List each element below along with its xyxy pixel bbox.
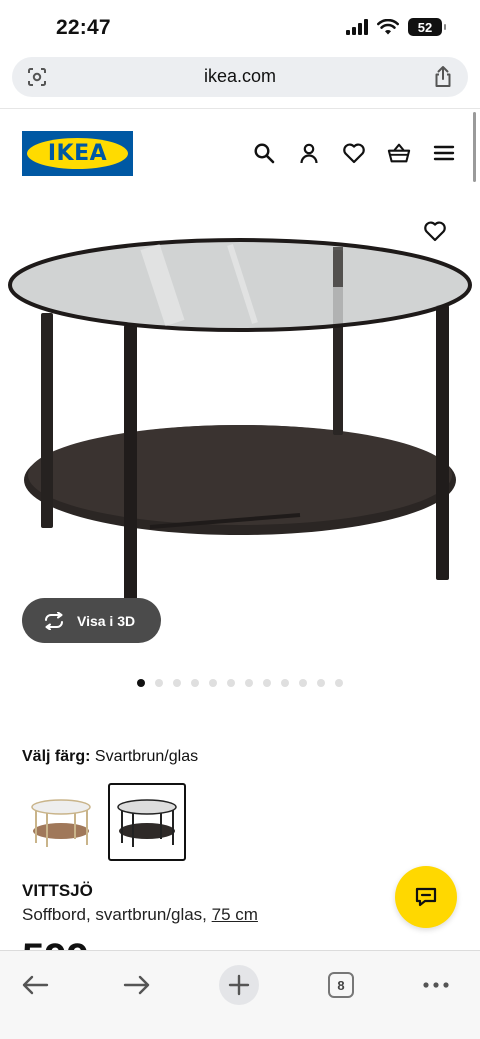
color-selector-label: Välj färg: Svartbrun/glas	[22, 748, 198, 766]
walnut-table-thumbnail	[31, 799, 91, 847]
account-button[interactable]	[297, 141, 321, 165]
status-bar: 22:47 52	[0, 0, 480, 56]
more-options-button[interactable]	[416, 965, 456, 1005]
ikea-logo[interactable]: IKEA	[22, 131, 133, 176]
product-description: Soffbord, svartbrun/glas, 75 cm	[22, 905, 258, 925]
carousel-dot[interactable]	[263, 679, 271, 687]
view-in-3d-button[interactable]: Visa i 3D	[22, 598, 161, 643]
carousel-dot[interactable]	[209, 679, 217, 687]
browser-toolbar: 8	[0, 950, 480, 1039]
chat-icon	[415, 887, 437, 907]
carousel-dot[interactable]	[191, 679, 199, 687]
carousel-dot[interactable]	[227, 679, 235, 687]
carousel-dot[interactable]	[173, 679, 181, 687]
arrow-left-icon	[22, 975, 49, 995]
tab-count: 8	[337, 977, 345, 993]
wifi-icon	[377, 19, 399, 35]
product-name: VITTSJÖ	[22, 881, 93, 900]
rotate-3d-icon	[45, 611, 63, 630]
color-swatches	[22, 783, 186, 861]
menu-icon	[433, 145, 455, 161]
carousel-dot[interactable]	[281, 679, 289, 687]
arrow-right-icon	[123, 975, 150, 995]
tab-switcher-button[interactable]: 8	[321, 965, 361, 1005]
chat-button[interactable]	[395, 866, 457, 928]
address-bar[interactable]: ikea.com	[12, 57, 468, 97]
battery-icon: 52	[408, 18, 446, 36]
carousel-dot[interactable]	[299, 679, 307, 687]
product-type: Soffbord, svartbrun/glas,	[22, 905, 207, 924]
search-button[interactable]	[252, 141, 276, 165]
logo-text: IKEA	[47, 141, 108, 166]
menu-button[interactable]	[432, 141, 456, 165]
share-icon[interactable]	[432, 65, 454, 89]
selected-color: Svartbrun/glas	[94, 748, 199, 765]
basket-icon	[387, 143, 411, 163]
browser-divider	[0, 108, 480, 109]
carousel-dot[interactable]	[137, 679, 145, 687]
favourites-button[interactable]	[342, 141, 366, 165]
scrollbar[interactable]	[473, 112, 476, 182]
tab-count-icon: 8	[328, 972, 354, 998]
account-icon	[300, 143, 318, 164]
add-to-favourites-icon[interactable]	[423, 219, 447, 243]
product-measure-link[interactable]: 75 cm	[212, 905, 258, 924]
basket-button[interactable]	[387, 141, 411, 165]
more-dots-icon	[423, 982, 449, 988]
new-tab-button[interactable]	[219, 965, 259, 1005]
heart-icon	[343, 143, 365, 164]
carousel-dot[interactable]	[245, 679, 253, 687]
url-text[interactable]: ikea.com	[12, 66, 468, 87]
cellular-signal-icon	[346, 19, 368, 35]
carousel-dot[interactable]	[335, 679, 343, 687]
site-header: IKEA	[22, 131, 456, 177]
carousel-dot[interactable]	[155, 679, 163, 687]
black-brown-table-thumbnail	[117, 799, 177, 847]
color-prefix: Välj färg:	[22, 748, 91, 765]
image-carousel-dots	[137, 679, 343, 687]
logo-oval: IKEA	[27, 138, 128, 169]
swatch-black-brown[interactable]	[108, 783, 186, 861]
view-in-3d-label: Visa i 3D	[77, 612, 136, 629]
back-button[interactable]	[15, 965, 55, 1005]
plus-icon	[228, 974, 250, 996]
status-icons: 52	[346, 18, 446, 36]
forward-button[interactable]	[117, 965, 157, 1005]
carousel-dot[interactable]	[317, 679, 325, 687]
status-time: 22:47	[56, 16, 111, 39]
battery-level: 52	[417, 19, 433, 35]
product-image[interactable]	[0, 205, 480, 645]
header-icons	[252, 141, 456, 165]
search-icon	[254, 143, 275, 164]
swatch-walnut[interactable]	[22, 783, 100, 861]
